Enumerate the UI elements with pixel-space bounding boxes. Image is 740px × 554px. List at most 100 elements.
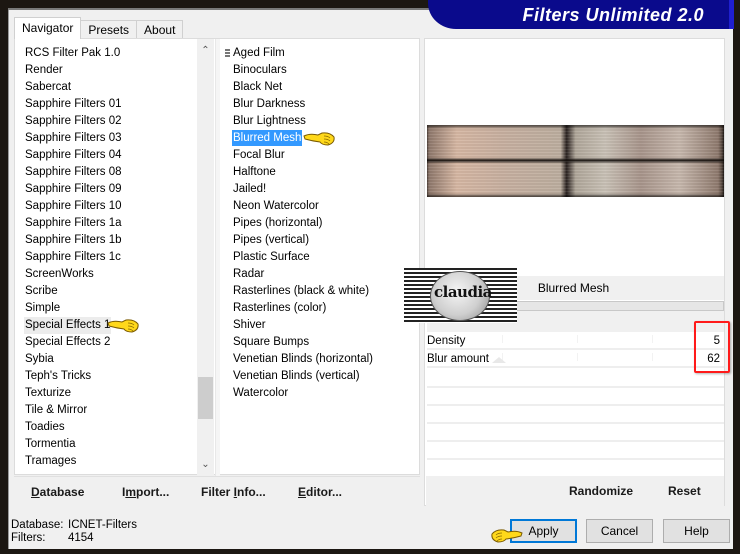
item-label: Teph's Tricks: [25, 370, 92, 382]
help-button[interactable]: Help: [663, 519, 730, 543]
param-blur-amount[interactable]: Blur amount 62: [427, 350, 724, 368]
reset-button[interactable]: Reset: [668, 484, 701, 498]
item-label: Sapphire Filters 02: [25, 115, 122, 127]
category-item[interactable]: Sapphire Filters 09: [24, 181, 204, 198]
item-label: Scribe: [25, 285, 58, 297]
category-item[interactable]: Sapphire Filters 10: [24, 198, 204, 215]
editor-button[interactable]: Editor...: [298, 485, 342, 499]
filters-count-value: 4154: [68, 532, 94, 544]
banner-edge: [729, 0, 734, 29]
param-density[interactable]: Density 5: [427, 332, 724, 350]
item-label: Sapphire Filters 1b: [25, 234, 122, 246]
database-button[interactable]: Database: [31, 485, 84, 499]
scrollbar-thumb[interactable]: [198, 377, 213, 419]
filter-item[interactable]: Watercolor: [230, 385, 420, 402]
filter-item[interactable]: Venetian Blinds (horizontal): [230, 351, 420, 368]
item-label: Radar: [233, 268, 265, 280]
watermark-logo: claudia: [404, 268, 517, 323]
category-item[interactable]: Tramages: [24, 453, 204, 470]
filter-item[interactable]: Neon Watercolor: [230, 198, 420, 215]
slider-tick: [577, 335, 578, 343]
category-item[interactable]: Tormentia: [24, 436, 204, 453]
category-item[interactable]: Sapphire Filters 1c: [24, 249, 204, 266]
item-label: Sapphire Filters 04: [25, 149, 122, 161]
empty-param-slot: [427, 422, 724, 424]
category-item[interactable]: RCS Filter Pak 1.0: [24, 45, 204, 62]
category-item[interactable]: Render: [24, 62, 204, 79]
category-item[interactable]: Sapphire Filters 03: [24, 130, 204, 147]
item-label: Jailed!: [233, 183, 267, 195]
filter-button-bar: Randomize Reset: [426, 476, 724, 506]
filter-item[interactable]: Rasterlines (black & white): [230, 283, 420, 300]
param-label: Blur amount: [427, 353, 490, 365]
filter-item[interactable]: Rasterlines (color): [230, 300, 420, 317]
filter-list[interactable]: Aged Film Binoculars Black Net Blur Darknes…: [230, 45, 420, 402]
item-label: Blur Darkness: [233, 98, 306, 110]
filter-item[interactable]: Black Net: [230, 79, 420, 96]
item-label: Toadies: [25, 421, 65, 433]
item-label: Texturize: [25, 387, 72, 399]
filter-info-button[interactable]: Filter Info...: [201, 485, 266, 499]
item-label: RCS Filter Pak 1.0: [25, 47, 121, 59]
tab-bar: Navigator Presets About: [14, 17, 184, 39]
category-item[interactable]: Teph's Tricks: [24, 368, 204, 385]
pointing-hand-icon: [107, 319, 139, 333]
category-item[interactable]: Sapphire Filters 01: [24, 96, 204, 113]
category-item[interactable]: Sapphire Filters 02: [24, 113, 204, 130]
filter-item[interactable]: Radar: [230, 266, 420, 283]
filter-item[interactable]: Square Bumps: [230, 334, 420, 351]
category-item[interactable]: ScreenWorks: [24, 266, 204, 283]
category-item[interactable]: Texturize: [24, 385, 204, 402]
param-label: Density: [427, 335, 466, 347]
tab-presets[interactable]: Presets: [80, 20, 138, 39]
category-item[interactable]: Special Effects 2: [24, 334, 204, 351]
slider-tick: [652, 353, 653, 361]
filter-item[interactable]: Pipes (vertical): [230, 232, 420, 249]
item-label: Blur Lightness: [233, 115, 306, 127]
category-item[interactable]: Sapphire Filters 04: [24, 147, 204, 164]
randomize-button[interactable]: Randomize: [569, 484, 633, 498]
category-item[interactable]: Sapphire Filters 08: [24, 164, 204, 181]
preview-image: [427, 125, 724, 197]
item-label: Pipes (vertical): [233, 234, 310, 246]
filter-item[interactable]: Aged Film: [230, 45, 420, 62]
cancel-button[interactable]: Cancel: [586, 519, 653, 543]
status-area: Database: ICNET-Filters Filters: 4154: [11, 519, 137, 545]
category-item[interactable]: Toadies: [24, 419, 204, 436]
filter-item[interactable]: Shiver: [230, 317, 420, 334]
tab-navigator[interactable]: Navigator: [14, 17, 82, 39]
item-label: Venetian Blinds (horizontal): [233, 353, 373, 365]
filter-item[interactable]: Venetian Blinds (vertical): [230, 368, 420, 385]
category-list[interactable]: RCS Filter Pak 1.0 Render Sabercat Sapphire…: [24, 45, 204, 476]
navigator-button-bar: Database Import... Filter Info... Editor…: [14, 476, 420, 506]
item-label: Special Effects 2: [25, 336, 111, 348]
import-button[interactable]: Import...: [122, 485, 169, 499]
filter-item[interactable]: Jailed!: [230, 181, 420, 198]
category-item[interactable]: Sapphire Filters 1b: [24, 232, 204, 249]
filter-item[interactable]: Blur Darkness: [230, 96, 420, 113]
item-label: Render: [25, 64, 63, 76]
category-item[interactable]: Sapphire Filters 1a: [24, 215, 204, 232]
list-splitter[interactable]: [215, 39, 220, 476]
slider-thumb[interactable]: [492, 357, 506, 363]
item-label: Shiver: [233, 319, 266, 331]
category-item[interactable]: Sabercat: [24, 79, 204, 96]
item-label: Sapphire Filters 10: [25, 200, 122, 212]
app-title: Filters Unlimited 2.0: [522, 5, 704, 25]
filter-item[interactable]: Focal Blur: [230, 147, 420, 164]
category-item[interactable]: Simple: [24, 300, 204, 317]
chevron-up-icon[interactable]: ⌃: [197, 42, 214, 59]
item-label: Rasterlines (black & white): [233, 285, 370, 297]
category-item[interactable]: Tile & Mirror: [24, 402, 204, 419]
watermark-text: claudia: [434, 283, 492, 301]
filter-item[interactable]: Binoculars: [230, 62, 420, 79]
category-item[interactable]: Sybia: [24, 351, 204, 368]
tab-about[interactable]: About: [136, 20, 184, 39]
filter-item[interactable]: Pipes (horizontal): [230, 215, 420, 232]
filter-item[interactable]: Halftone: [230, 164, 420, 181]
filter-item[interactable]: Blur Lightness: [230, 113, 420, 130]
filter-item[interactable]: Plastic Surface: [230, 249, 420, 266]
chevron-down-icon[interactable]: ⌄: [197, 456, 214, 473]
category-item[interactable]: Scribe: [24, 283, 204, 300]
category-scrollbar[interactable]: ⌃ ⌄: [197, 39, 214, 476]
